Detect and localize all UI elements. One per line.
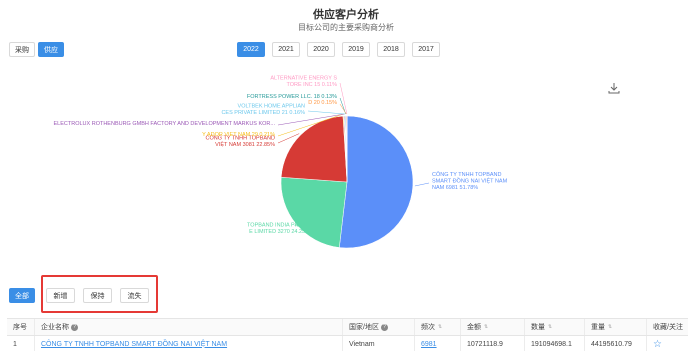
sort-icon[interactable]: ⇅	[484, 324, 488, 330]
row-quantity: 191094698.1	[525, 336, 585, 351]
customer-table: 序号 企业名称? 国家/地区? 频次 ⇅ 金额 ⇅ 数量 ⇅ 重量 ⇅ 收藏/关注 1 …	[7, 318, 688, 351]
row-country: Vietnam	[343, 336, 415, 351]
filter-lost-button[interactable]: 流失	[120, 288, 149, 303]
pie-label: VOLTBEK HOME APPLIAN CES PRIVATE LIMITED …	[221, 104, 305, 117]
frequency-link[interactable]: 6981	[421, 341, 437, 348]
col-header-weight[interactable]: 重量 ⇅	[585, 319, 647, 335]
col-header-favorite: 收藏/关注	[653, 324, 683, 331]
table-row: 1 CÔNG TY TNHH TOPBAND SMART ĐỒNG NAI VI…	[7, 336, 688, 351]
pie-label: CÔNG TY TNHH TOPBAND SMART ĐỒNG NAI VIỆT …	[432, 171, 508, 191]
filter-all-button[interactable]: 全部	[9, 288, 35, 303]
help-icon[interactable]: ?	[380, 323, 388, 331]
pie-slice[interactable]	[280, 115, 348, 183]
pie-leader-line	[414, 182, 430, 187]
row-amount: 10721118.9	[461, 336, 525, 351]
pie-label: ALTERNATIVE ENERGY S TORE INC 15 0.11%	[270, 76, 337, 89]
col-header-frequency[interactable]: 频次 ⇅	[415, 319, 461, 335]
col-header-country: 国家/地区?	[343, 319, 415, 335]
sort-icon[interactable]: ⇅	[608, 324, 612, 330]
pie-label: D 20 0.15%	[308, 100, 337, 106]
col-header-amount[interactable]: 金额 ⇅	[461, 319, 525, 335]
col-header-index: 序号	[7, 319, 35, 335]
pie-label: ELECTROLUX ROTHENBURG GMBH FACTORY AND D…	[54, 121, 276, 127]
pie-chart: CÔNG TY TNHH TOPBAND SMART ĐỒNG NAI VIỆT …	[54, 76, 508, 249]
col-header-company: 企业名称?	[35, 319, 343, 335]
row-index: 1	[7, 336, 35, 351]
company-link[interactable]: CÔNG TY TNHH TOPBAND SMART ĐỒNG NAI VIỆT…	[41, 341, 227, 348]
filter-keep-button[interactable]: 保持	[83, 288, 112, 303]
col-header-quantity[interactable]: 数量 ⇅	[525, 319, 585, 335]
row-frequency-cell: 6981	[415, 336, 461, 351]
filter-new-button[interactable]: 新增	[46, 288, 75, 303]
pie-label: TOPBAND INDIA PRIVAT E LIMITED 3270 24.25…	[247, 223, 311, 236]
row-weight: 44195610.79	[585, 336, 647, 351]
pie-slice[interactable]	[280, 176, 348, 248]
sort-icon[interactable]: ⇅	[438, 324, 442, 330]
pie-leader-line	[339, 103, 347, 115]
pie-slice[interactable]	[339, 115, 414, 249]
table-header: 序号 企业名称? 国家/地区? 频次 ⇅ 金额 ⇅ 数量 ⇅ 重量 ⇅ 收藏/关注	[7, 319, 688, 336]
sort-icon[interactable]: ⇅	[548, 324, 552, 330]
row-company-cell: CÔNG TY TNHH TOPBAND SMART ĐỒNG NAI VIỆT…	[35, 336, 343, 351]
help-icon[interactable]: ?	[71, 323, 78, 331]
row-favorite-cell: ☆	[647, 336, 688, 351]
filter-group: 新增 保持 流失	[46, 288, 149, 303]
pie-label: Y ADOR VIET NAM 29 0.21%	[202, 132, 275, 138]
pie-leader-line	[307, 110, 346, 115]
star-icon[interactable]: ☆	[653, 339, 662, 350]
